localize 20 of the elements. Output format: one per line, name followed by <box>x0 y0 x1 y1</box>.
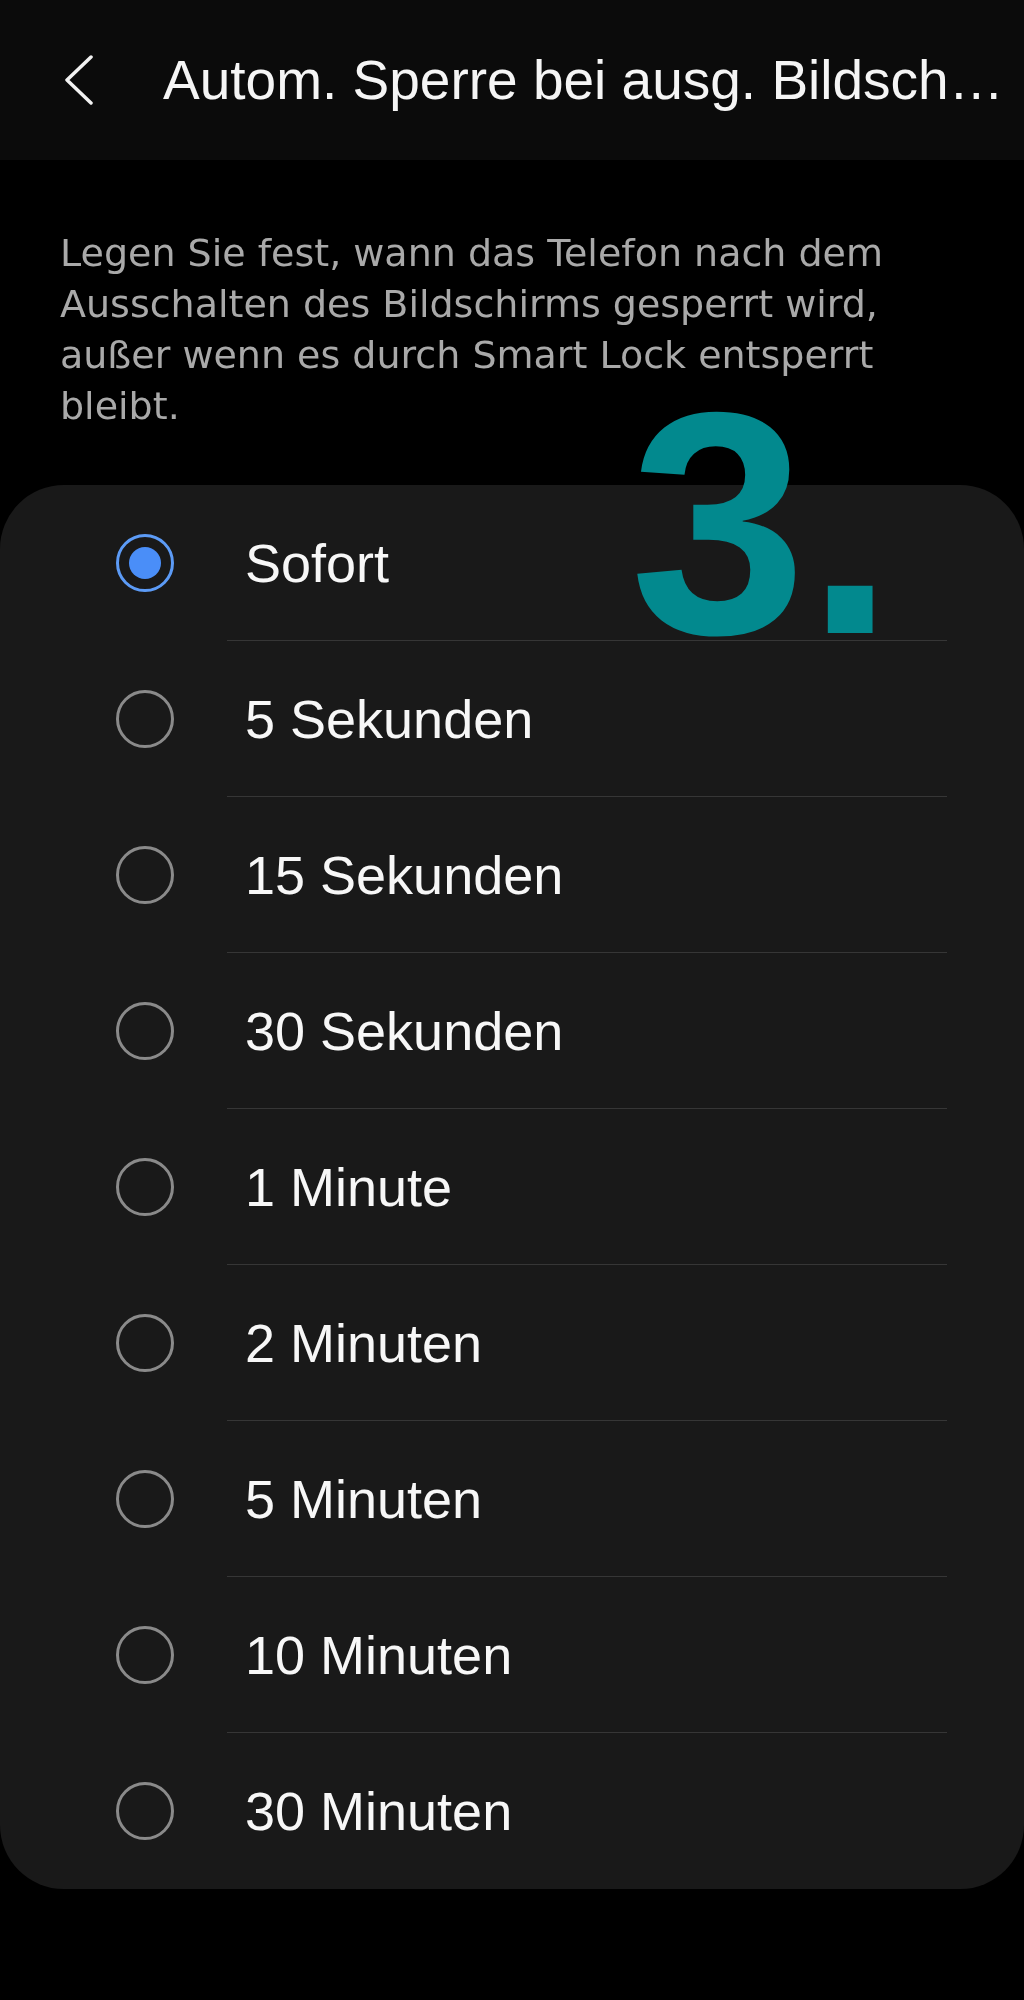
option-label[interactable]: 5 Sekunden <box>245 687 534 750</box>
option-label[interactable]: 30 Sekunden <box>245 999 564 1062</box>
radio-button[interactable] <box>116 534 174 592</box>
option-label[interactable]: Sofort <box>245 531 390 594</box>
option-label[interactable]: 15 Sekunden <box>245 843 564 906</box>
radio-button[interactable] <box>116 690 174 748</box>
radio-button[interactable] <box>116 1158 174 1216</box>
radio-button[interactable] <box>116 1782 174 1840</box>
radio-button[interactable] <box>116 1314 174 1372</box>
option-label[interactable]: 10 Minuten <box>245 1623 513 1686</box>
option-label[interactable]: 1 Minute <box>245 1155 453 1218</box>
radio-button[interactable] <box>116 1002 174 1060</box>
radio-button[interactable] <box>116 846 174 904</box>
radio-button[interactable] <box>116 1470 174 1528</box>
screen-title: Autom. Sperre bei ausg. Bildsch… <box>163 48 1004 112</box>
back-icon[interactable] <box>65 55 93 105</box>
option-label[interactable]: 2 Minuten <box>245 1311 483 1374</box>
option-label[interactable]: 30 Minuten <box>245 1780 513 1842</box>
option-label[interactable]: 5 Minuten <box>245 1467 483 1530</box>
radio-button[interactable] <box>116 1626 174 1684</box>
